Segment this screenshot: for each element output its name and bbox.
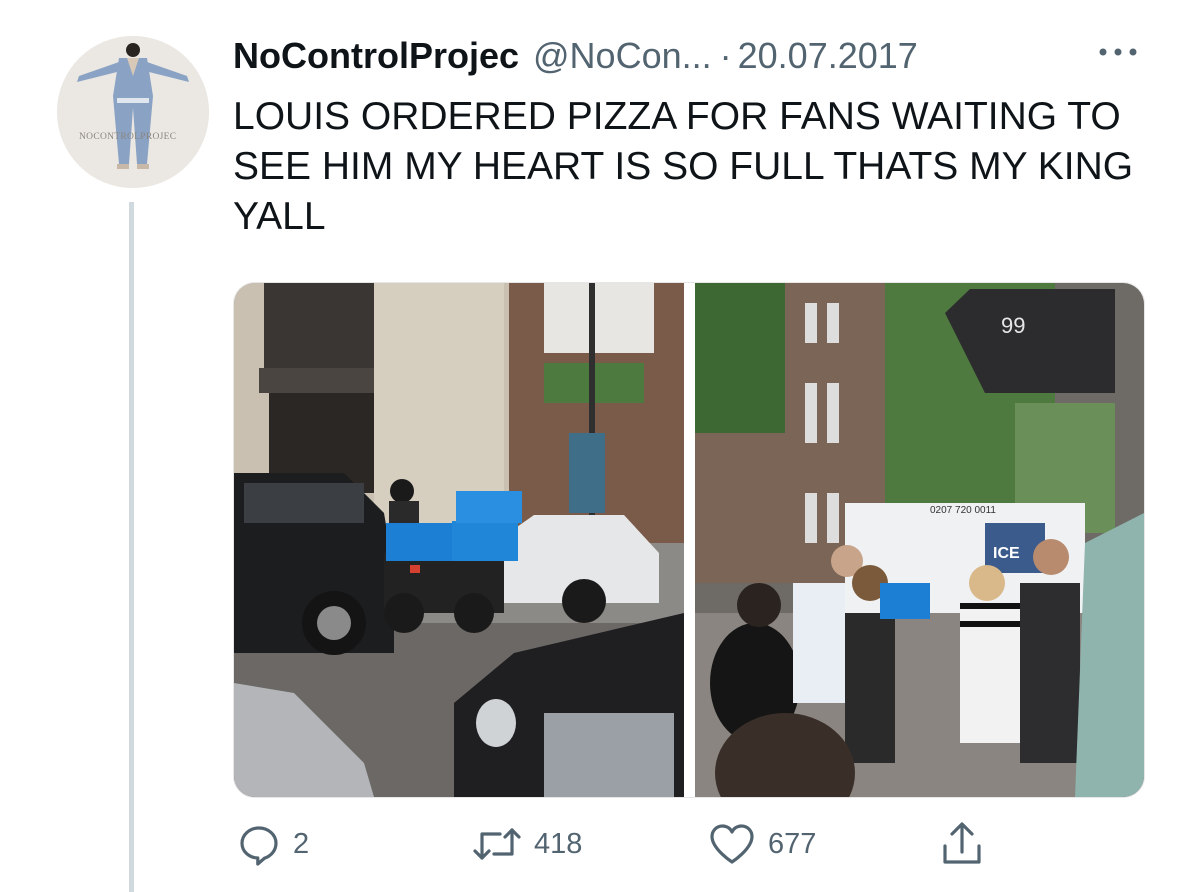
media-grid: 99 0207 720 0011 ICE — [233, 282, 1145, 798]
reply-count: 2 — [293, 827, 310, 860]
like-count: 677 — [768, 827, 817, 860]
avatar-text: NOCONTROLPROJEC — [79, 132, 177, 142]
share-icon — [943, 822, 981, 864]
author-name[interactable]: NoControlProjec — [233, 35, 519, 77]
retweet-button[interactable]: 418 — [472, 818, 582, 870]
photo-right[interactable]: 99 0207 720 0011 ICE — [695, 283, 1144, 797]
avatar[interactable]: NOCONTROLPROJEC — [57, 36, 209, 188]
avatar-image — [57, 36, 209, 188]
heart-icon — [710, 824, 754, 864]
share-button[interactable] — [940, 818, 984, 870]
van-phone: 0207 720 0011 — [930, 505, 996, 516]
building-number: 99 — [1001, 313, 1026, 338]
tweet-header: NoControlProjec @NoCon... · 20.07.2017 — [233, 30, 918, 82]
more-options-icon[interactable] — [1096, 41, 1140, 63]
thread-line — [129, 202, 134, 892]
tweet-text: LOUIS ORDERED PIZZA FOR FANS WAITING TO … — [233, 95, 1134, 238]
action-bar: 2 418 677 — [0, 818, 1200, 870]
retweet-count: 418 — [534, 827, 583, 860]
reply-icon — [240, 826, 278, 866]
like-button[interactable]: 677 — [708, 818, 816, 870]
retweet-icon — [473, 828, 521, 860]
author-handle[interactable]: @NoCon... — [533, 35, 712, 77]
van-brand: ICE — [993, 545, 1020, 562]
photo-left[interactable] — [234, 283, 684, 797]
tweet-date[interactable]: 20.07.2017 — [738, 35, 918, 77]
reply-button[interactable]: 2 — [237, 818, 309, 870]
separator: · — [719, 35, 732, 76]
